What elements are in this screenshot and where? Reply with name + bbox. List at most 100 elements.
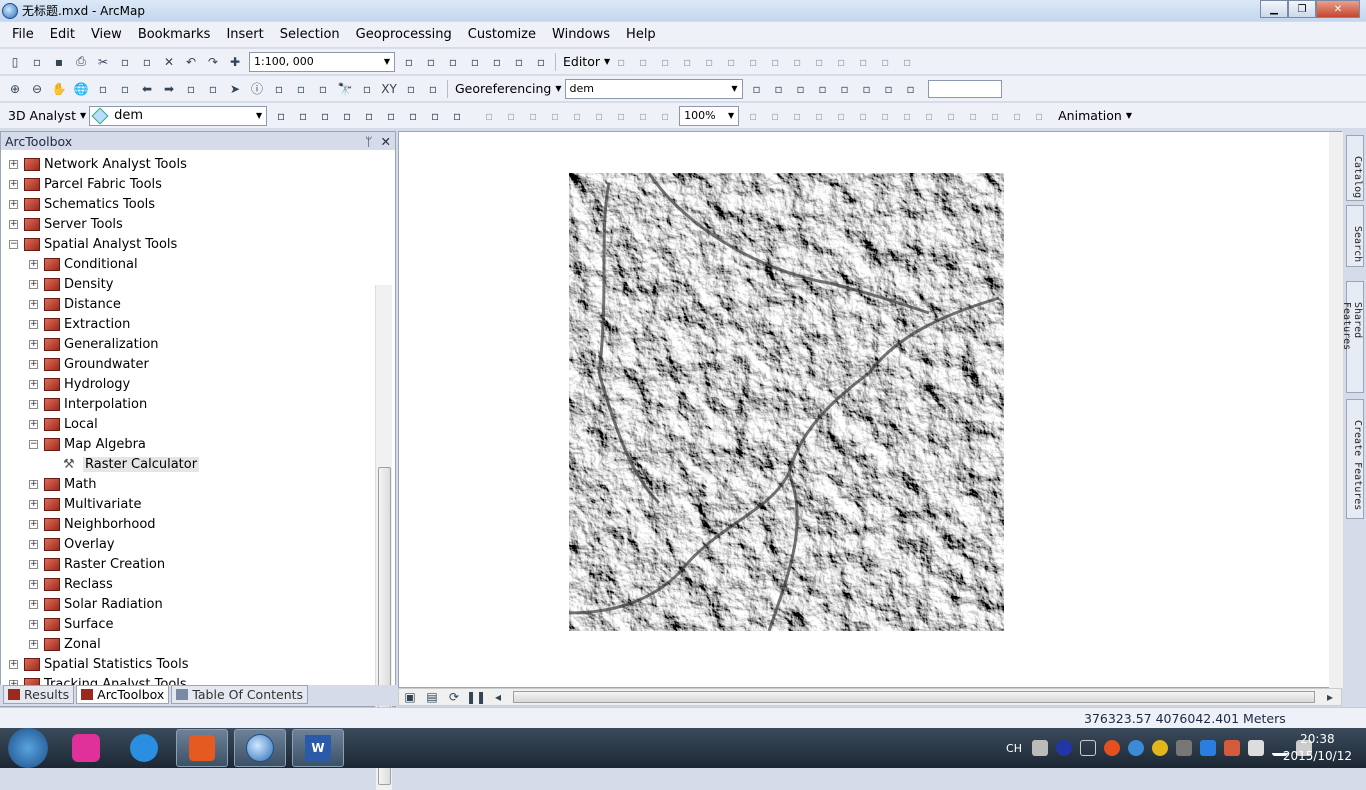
expand-icon[interactable]: +: [29, 419, 38, 429]
panel-close-icon[interactable]: ✕: [381, 134, 391, 149]
undo-icon[interactable]: ↶: [182, 53, 200, 71]
menu-file[interactable]: File: [4, 27, 42, 42]
toolset-item[interactable]: + Generalization: [29, 334, 159, 354]
network-globe-icon[interactable]: [1128, 740, 1144, 756]
georeferencing-menu[interactable]: Georeferencing: [455, 81, 551, 96]
trace-icon[interactable]: ▫: [700, 53, 718, 71]
fixed-zoom-out-icon[interactable]: ▫: [116, 80, 134, 98]
full-extent-icon[interactable]: 🌐: [72, 80, 90, 98]
catalog-icon[interactable]: ▫: [444, 53, 462, 71]
toolset-item[interactable]: + Multivariate: [29, 494, 141, 514]
3d-tool-3-icon[interactable]: ▫: [876, 107, 894, 125]
power-icon[interactable]: [1248, 740, 1264, 756]
zoom-in-fixed-icon[interactable]: ▫: [480, 107, 498, 125]
map-view[interactable]: [398, 131, 1343, 688]
help-icon[interactable]: [1056, 740, 1072, 756]
identify-icon[interactable]: ⓘ: [248, 80, 266, 98]
rotate-map-icon[interactable]: ▫: [902, 80, 920, 98]
toolset-item[interactable]: + Overlay: [29, 534, 115, 554]
toggle-draft-icon[interactable]: ▫: [744, 107, 762, 125]
time-slider-icon[interactable]: ▫: [402, 80, 420, 98]
menu-geoprocessing[interactable]: Geoprocessing: [348, 27, 460, 42]
html-popup-icon[interactable]: ▫: [292, 80, 310, 98]
zoom-out-icon[interactable]: ⊖: [28, 80, 46, 98]
toc-icon[interactable]: ▫: [422, 53, 440, 71]
endpoint-arc-icon[interactable]: ▫: [678, 53, 696, 71]
point-icon[interactable]: ▫: [722, 53, 740, 71]
select-link-icon[interactable]: ▫: [792, 80, 810, 98]
profile-graph-icon[interactable]: ▫: [404, 107, 422, 125]
georef-layer-combo[interactable]: dem: [564, 78, 743, 99]
contour-icon[interactable]: ▫: [272, 107, 290, 125]
expand-icon[interactable]: +: [29, 539, 38, 549]
fixed-zoom-in-icon[interactable]: ▫: [94, 80, 112, 98]
expand-icon[interactable]: +: [29, 319, 38, 329]
select-elements-icon[interactable]: ➤: [226, 80, 244, 98]
toolset-item[interactable]: + Network Analyst Tools: [9, 154, 187, 174]
toolset-item[interactable]: + Math: [29, 474, 97, 494]
3d-tool-2-icon[interactable]: ▫: [854, 107, 872, 125]
3d-tool-8-icon[interactable]: ▫: [986, 107, 1004, 125]
cut-polygon-icon[interactable]: ▫: [788, 53, 806, 71]
interpolate-polygon-icon[interactable]: ▫: [382, 107, 400, 125]
3d-tool-1-icon[interactable]: ▫: [832, 107, 850, 125]
arctoolbox-icon[interactable]: ▫: [488, 53, 506, 71]
taskbar-word[interactable]: W: [292, 729, 344, 767]
3d-tool-7-icon[interactable]: ▫: [964, 107, 982, 125]
3d-tool-10-icon[interactable]: ▫: [1030, 107, 1048, 125]
next-extent-icon[interactable]: ▫: [656, 107, 674, 125]
3d-tool-4-icon[interactable]: ▫: [898, 107, 916, 125]
toolset-item[interactable]: − Map Algebra: [29, 434, 146, 454]
search-window-icon[interactable]: ▫: [466, 53, 484, 71]
expand-icon[interactable]: +: [9, 159, 18, 169]
expand-icon[interactable]: +: [29, 639, 38, 649]
keyboard-icon[interactable]: [1032, 740, 1048, 756]
toolset-item[interactable]: + Neighborhood: [29, 514, 156, 534]
attributes-icon[interactable]: ▫: [854, 53, 872, 71]
toolset-item[interactable]: + Interpolation: [29, 394, 147, 414]
toolset-item[interactable]: + Local: [29, 414, 98, 434]
menu-customize[interactable]: Customize: [460, 27, 544, 42]
expand-icon[interactable]: +: [29, 259, 38, 269]
3d-tool-5-icon[interactable]: ▫: [920, 107, 938, 125]
expand-icon[interactable]: +: [29, 599, 38, 609]
zoom-whole-page-icon[interactable]: ▫: [546, 107, 564, 125]
taskbar-app-3[interactable]: [176, 729, 228, 767]
show-hidden-icon[interactable]: [1080, 740, 1096, 756]
expand-icon[interactable]: +: [29, 499, 38, 509]
delete-icon[interactable]: ✕: [160, 53, 178, 71]
auto-registration-icon[interactable]: ▫: [770, 80, 788, 98]
zoom-to-link-icon[interactable]: ▫: [814, 80, 832, 98]
edit-tool-icon[interactable]: ▫: [612, 53, 630, 71]
zoom-in-icon[interactable]: ⊕: [6, 80, 24, 98]
expand-icon[interactable]: +: [29, 379, 38, 389]
arcscene-icon[interactable]: ▫: [426, 107, 444, 125]
toolset-item[interactable]: − Spatial Analyst Tools: [9, 234, 177, 254]
menu-windows[interactable]: Windows: [544, 27, 618, 42]
open-icon[interactable]: ▫: [28, 53, 46, 71]
taskbar-app-2[interactable]: [118, 729, 170, 767]
menu-bookmarks[interactable]: Bookmarks: [130, 27, 219, 42]
select-features-icon[interactable]: ▫: [182, 80, 200, 98]
sketch-properties-icon[interactable]: ▫: [876, 53, 894, 71]
print-icon[interactable]: ⎙: [72, 53, 90, 71]
expand-icon[interactable]: +: [29, 339, 38, 349]
expand-icon[interactable]: +: [29, 619, 38, 629]
collapse-icon[interactable]: −: [29, 439, 38, 449]
toolset-item[interactable]: + Server Tools: [9, 214, 123, 234]
clock[interactable]: 20:38 2015/10/12: [1283, 731, 1352, 765]
point-profile-icon[interactable]: ▫: [338, 107, 356, 125]
scroll-right-icon[interactable]: ▸: [1321, 688, 1339, 706]
expand-icon[interactable]: +: [9, 659, 18, 669]
measure-icon[interactable]: ▫: [314, 80, 332, 98]
view-link-table-icon[interactable]: ▫: [858, 80, 876, 98]
expand-icon[interactable]: +: [29, 559, 38, 569]
data-view-icon[interactable]: ▤: [423, 688, 441, 706]
toolset-item[interactable]: + Density: [29, 274, 113, 294]
save-icon[interactable]: ▪: [50, 53, 68, 71]
toolset-item[interactable]: + Schematics Tools: [9, 194, 155, 214]
georef-input[interactable]: [927, 79, 1002, 98]
map-scale-combo[interactable]: 1:100, 000: [249, 51, 395, 72]
close-button[interactable]: ✕: [1316, 0, 1360, 18]
straight-segment-icon[interactable]: ▫: [656, 53, 674, 71]
